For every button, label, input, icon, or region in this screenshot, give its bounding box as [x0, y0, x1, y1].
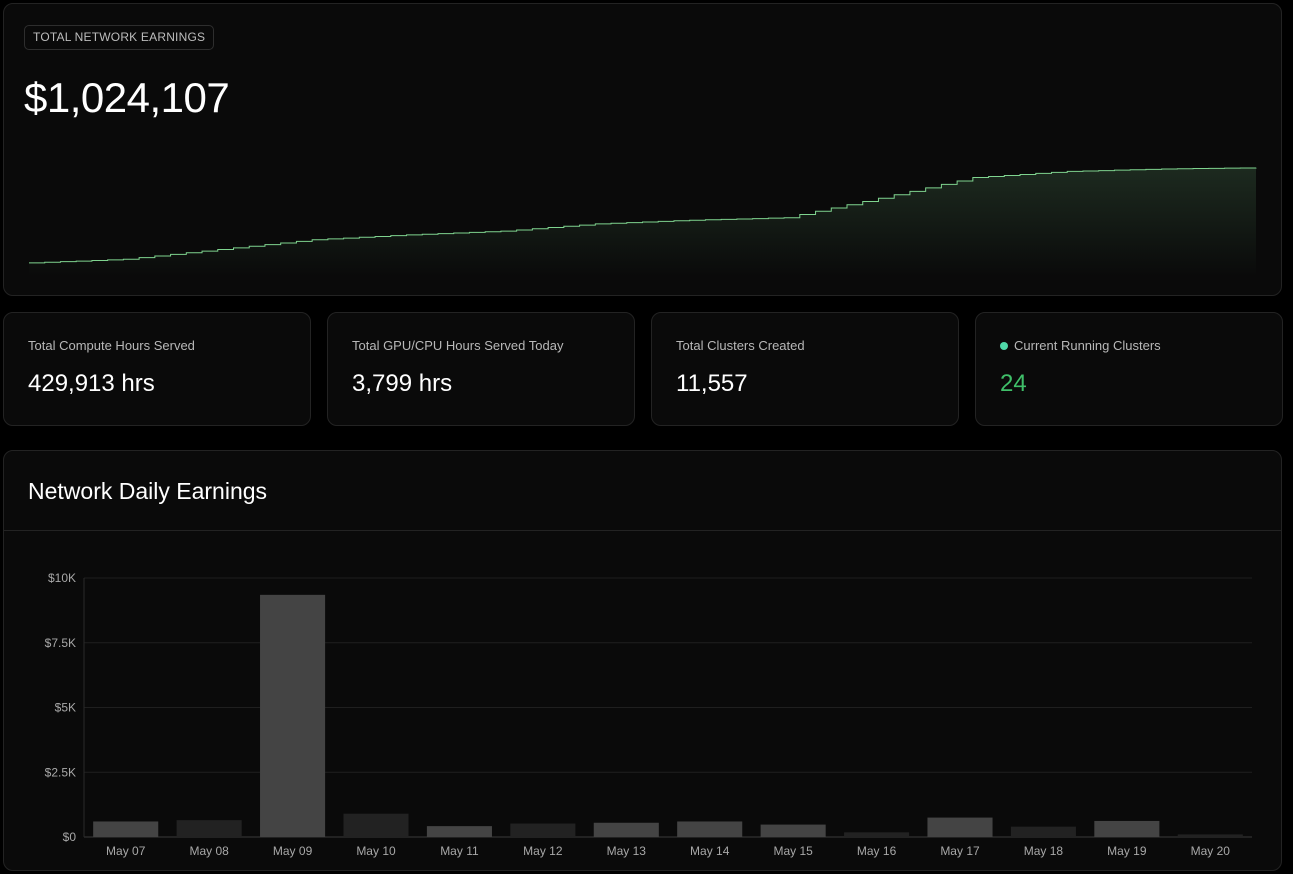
earnings-bar[interactable]	[1177, 834, 1243, 837]
y-tick-label: $0	[63, 830, 77, 844]
stat-label: Current Running Clusters	[1014, 338, 1161, 353]
stat-value: 429,913 hrs	[28, 370, 155, 397]
x-tick-label: May 13	[607, 844, 647, 858]
earnings-bar[interactable]	[760, 824, 826, 837]
x-tick-label: May 16	[857, 844, 897, 858]
daily-earnings-card: Network Daily Earnings $0 $2.5K $5K $7.5K $1…	[3, 450, 1282, 871]
y-tick-label: $2.5K	[45, 765, 76, 779]
stat-label-row: Current Running Clusters	[1000, 338, 1161, 353]
y-tick-label: $10K	[48, 571, 76, 585]
stat-card-clusters-created: Total Clusters Created 11,557	[651, 312, 959, 426]
x-tick-label: May 19	[1107, 844, 1147, 858]
x-tick-label: May 20	[1191, 844, 1231, 858]
x-tick-label: May 14	[690, 844, 730, 858]
earnings-bar[interactable]	[260, 594, 326, 837]
total-earnings-card: TOTAL NETWORK EARNINGS $1,024,107	[3, 3, 1282, 296]
stat-card-compute-hours: Total Compute Hours Served 429,913 hrs	[3, 312, 311, 426]
earnings-bar[interactable]	[1094, 820, 1160, 837]
status-dot-icon	[1000, 342, 1008, 350]
earnings-bar[interactable]	[510, 823, 576, 837]
x-tick-label: May 11	[440, 844, 479, 858]
earnings-bar[interactable]	[1010, 826, 1076, 837]
stat-card-hours-today: Total GPU/CPU Hours Served Today 3,799 h…	[327, 312, 635, 426]
x-tick-label: May 18	[1024, 844, 1064, 858]
stat-value: 24	[1000, 370, 1027, 397]
earnings-bar[interactable]	[927, 817, 993, 837]
x-tick-label: May 08	[189, 844, 229, 858]
earnings-bar[interactable]	[93, 821, 159, 837]
y-tick-label: $5K	[55, 701, 76, 715]
earnings-bar[interactable]	[176, 820, 242, 837]
x-tick-label: May 15	[773, 844, 813, 858]
stat-value: 11,557	[676, 370, 748, 397]
x-tick-label: May 12	[523, 844, 563, 858]
daily-earnings-bar-chart: $0 $2.5K $5K $7.5K $10K May 07 May 08 May 09 May…	[45, 571, 1252, 858]
earnings-bar[interactable]	[593, 822, 659, 837]
x-tick-label: May 09	[273, 844, 313, 858]
stat-label: Total GPU/CPU Hours Served Today	[352, 338, 564, 353]
x-tick-label: May 17	[940, 844, 980, 858]
earnings-bar[interactable]	[426, 826, 492, 837]
stat-value: 3,799 hrs	[352, 370, 453, 397]
stat-label: Total Compute Hours Served	[28, 338, 195, 353]
earnings-bar[interactable]	[677, 821, 743, 837]
earnings-bar[interactable]	[844, 832, 910, 837]
earnings-trend-chart	[29, 167, 1257, 277]
stat-label: Total Clusters Created	[676, 338, 805, 353]
x-tick-label: May 10	[356, 844, 396, 858]
x-tick-label: May 07	[106, 844, 146, 858]
earnings-bar[interactable]	[343, 813, 409, 837]
stat-card-running-clusters: Current Running Clusters 24	[975, 312, 1283, 426]
y-tick-label: $7.5K	[45, 636, 76, 650]
